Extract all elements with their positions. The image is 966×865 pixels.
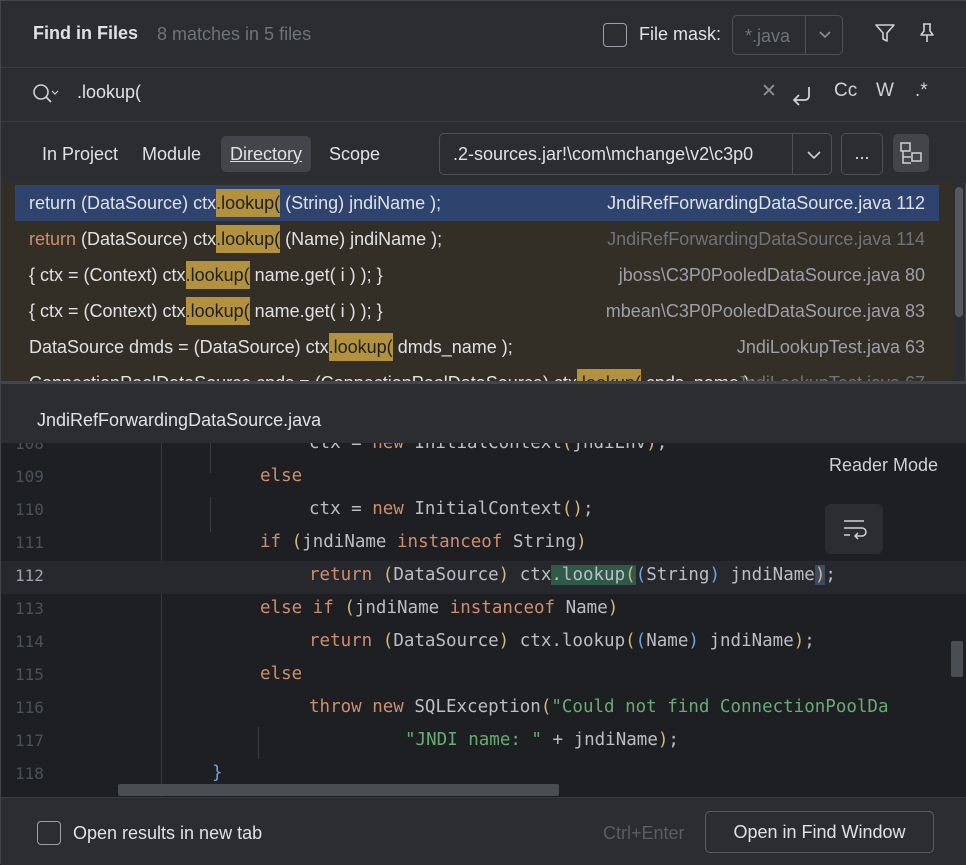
chevron-down-icon[interactable]: [802, 142, 826, 166]
chevron-down-icon[interactable]: [817, 22, 833, 46]
folder-tree-icon: [900, 142, 922, 164]
open-new-tab-label: Open results in new tab: [73, 823, 263, 843]
shortcut-hint: Ctrl+Enter: [603, 823, 685, 843]
file-mask-combo[interactable]: *.java: [732, 15, 843, 55]
result-file: JndiLookupTest.java 63: [736, 337, 925, 357]
soft-wrap-button[interactable]: [825, 504, 883, 554]
regex-button[interactable]: .*: [915, 80, 928, 102]
match-highlight: .lookup(: [216, 189, 281, 217]
open-new-tab-checkbox[interactable]: [37, 821, 61, 845]
dialog-title: Find in Files: [33, 23, 139, 43]
tab-module[interactable]: Module: [133, 136, 210, 172]
dialog-footer: Open results in new tab Ctrl+Enter Open …: [1, 797, 966, 865]
scope-row: In Project Module Directory Scope .2-sou…: [1, 121, 966, 183]
pin-icon[interactable]: [915, 21, 939, 45]
current-code-line: 112 return (DataSource) ctx.lookup((Stri…: [1, 561, 966, 594]
whole-words-button[interactable]: W: [876, 80, 894, 102]
tab-in-project[interactable]: In Project: [33, 136, 127, 172]
file-mask-label: File mask:: [639, 24, 722, 44]
directory-value[interactable]: .2-sources.jar!\com\mchange\v2\c3p0: [453, 144, 788, 165]
soft-wrap-icon: [844, 520, 867, 540]
result-row[interactable]: return (DataSource) ctx.lookup( (Name) j…: [15, 221, 939, 257]
result-row[interactable]: { ctx = (Context) ctx.lookup( name.get( …: [15, 293, 939, 329]
new-line-icon[interactable]: [791, 84, 815, 106]
code-line: 110 ctx = new InitialContext();: [15, 499, 594, 519]
search-history-icon[interactable]: [31, 82, 59, 106]
tab-scope[interactable]: Scope: [320, 136, 389, 172]
code-line: 109 else: [15, 466, 303, 486]
result-file: JndiRefForwardingDataSource.java 114: [607, 229, 925, 249]
result-row[interactable]: DataSource dmds = (DataSource) ctx.looku…: [15, 329, 939, 365]
match-highlight: .lookup(: [328, 333, 393, 361]
result-row[interactable]: ConnectionPoolDataSource cpds = (Connect…: [15, 365, 939, 381]
find-in-files-dialog: Find in Files 8 matches in 5 files File …: [0, 0, 966, 865]
result-file: JndiRefForwardingDataSource.java 112: [607, 193, 925, 213]
result-file: jboss\C3P0PooledDataSource.java 80: [618, 265, 925, 285]
search-input[interactable]: .lookup(: [77, 82, 141, 103]
search-row: .lookup( ✕ Cc W .*: [1, 67, 966, 121]
reader-mode-toggle[interactable]: Reader Mode: [829, 455, 938, 476]
directory-combo[interactable]: .2-sources.jar!\com\mchange\v2\c3p0: [439, 133, 832, 175]
code-preview[interactable]: 108 ctx = new InitialContext(jndiEnv); 1…: [1, 443, 966, 797]
clear-icon[interactable]: ✕: [761, 80, 777, 103]
code-line: 115 else: [15, 664, 303, 684]
result-row[interactable]: return (DataSource) ctx.lookup( (String)…: [15, 185, 939, 221]
filter-icon[interactable]: [873, 21, 897, 45]
preview-file-bar: JndiRefForwardingDataSource.java: [1, 381, 966, 443]
code-line: 113 else if (jndiName instanceof Name): [15, 598, 619, 618]
vertical-scrollbar[interactable]: [951, 641, 963, 677]
dialog-header: Find in Files 8 matches in 5 files File …: [1, 1, 966, 67]
horizontal-scrollbar[interactable]: [118, 784, 559, 796]
result-file: JndiLookupTest.java 67: [737, 373, 925, 381]
results-scrollbar[interactable]: [953, 183, 965, 381]
match-highlight: .lookup(: [185, 297, 250, 325]
code-line: 117 "JNDI name: " + jndiName);: [15, 730, 679, 750]
result-row[interactable]: { ctx = (Context) ctx.lookup( name.get( …: [15, 257, 939, 293]
match-highlight: .lookup(: [576, 369, 641, 381]
recursive-toggle[interactable]: [893, 134, 929, 172]
match-summary: 8 matches in 5 files: [157, 24, 312, 44]
code-line: 108 ctx = new InitialContext(jndiEnv);: [15, 443, 668, 453]
file-mask-value: *.java: [745, 26, 791, 46]
result-file: mbean\C3P0PooledDataSource.java 83: [605, 301, 925, 321]
results-list: return (DataSource) ctx.lookup( (String)…: [1, 183, 953, 381]
file-mask-checkbox[interactable]: [603, 23, 627, 47]
preview-file-name: JndiRefForwardingDataSource.java: [37, 410, 322, 430]
code-line: 116 throw new SQLException("Could not fi…: [15, 697, 889, 717]
open-in-find-window-button[interactable]: Open in Find Window: [705, 811, 934, 853]
match-case-button[interactable]: Cc: [834, 80, 857, 102]
browse-button[interactable]: ...: [841, 133, 883, 175]
tab-directory[interactable]: Directory: [221, 136, 312, 172]
match-highlight: .lookup(: [185, 261, 250, 289]
match-highlight: .lookup(: [216, 225, 281, 253]
code-line: 111 if (jndiName instanceof String): [15, 532, 587, 552]
code-line: 114 return (DataSource) ctx.lookup((Name…: [15, 631, 815, 651]
